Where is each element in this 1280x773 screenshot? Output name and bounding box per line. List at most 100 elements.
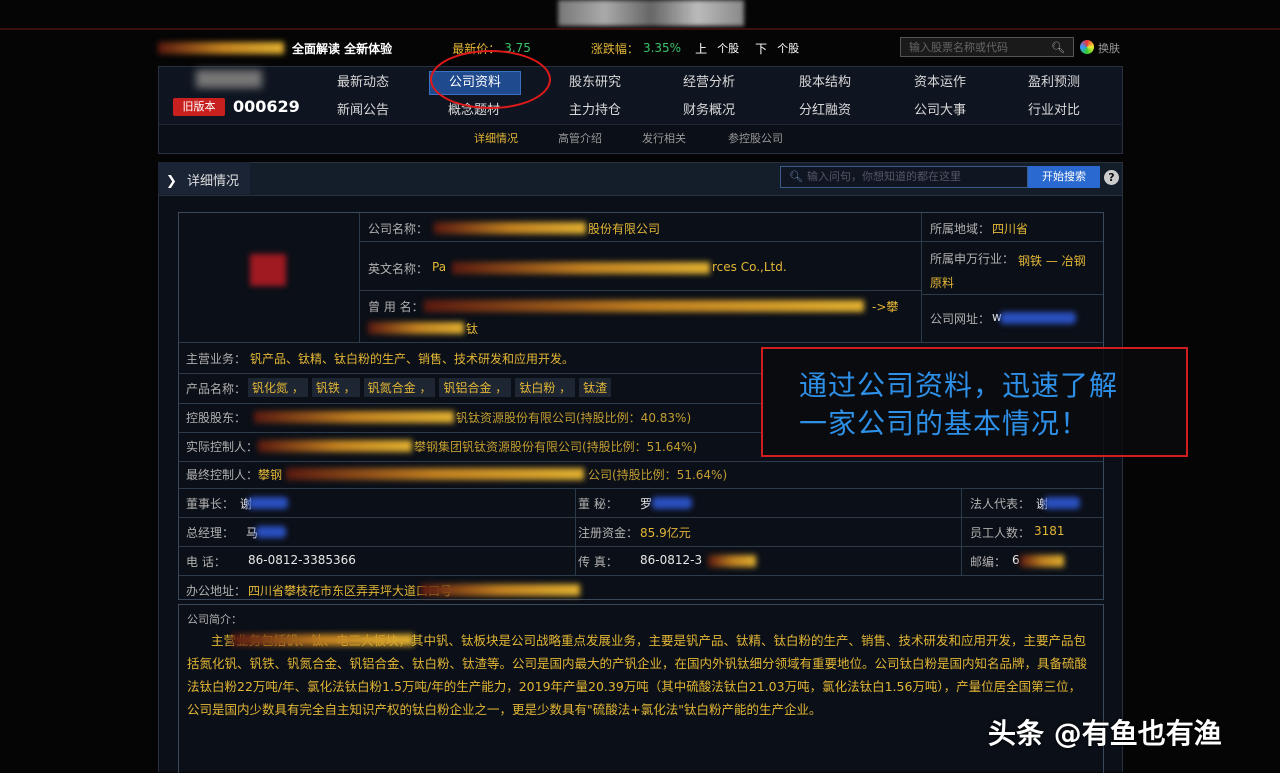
controller-value: 钒钛资源股份有限公司(持股比例：40.83%)	[456, 411, 692, 425]
intro-company-blurred	[232, 634, 414, 646]
chairman-blurred	[248, 497, 288, 509]
fax-label: 传 真：	[578, 555, 618, 569]
sub-tab-2[interactable]: 发行相关	[642, 130, 686, 146]
top-divider	[0, 28, 1280, 30]
former-name-arrow: ->攀	[872, 300, 899, 314]
secretary-value: 罗	[640, 497, 653, 511]
section-title-text: 详细情况	[187, 174, 240, 189]
nav-item-row2-0[interactable]: 新闻公告	[318, 99, 408, 118]
up-unit: 个股	[717, 42, 740, 55]
highlight-oval	[430, 50, 551, 109]
promo-text: 全面解读 全新体验	[292, 41, 393, 56]
stock-name-blurred-2	[196, 70, 262, 88]
start-search-button[interactable]: 开始搜索	[1028, 166, 1100, 188]
phone-value: 86-0812-3385366	[248, 553, 356, 567]
sub-tab-0[interactable]: 详细情况	[474, 130, 518, 146]
address-label: 办公地址：	[186, 584, 247, 598]
fax-value: 86-0812-3	[640, 553, 703, 567]
secretary-label: 董 秘：	[578, 497, 618, 511]
nav-item-row1-4[interactable]: 股本结构	[780, 71, 870, 90]
gm-label: 总经理：	[186, 526, 235, 540]
company-name-value: 股份有限公司	[588, 222, 661, 236]
address-blurred	[420, 584, 580, 596]
search-icon[interactable]: 🔍︎	[1051, 38, 1065, 58]
chairman-label: 董事长：	[186, 497, 235, 511]
nav-item-row2-6[interactable]: 行业对比	[1009, 99, 1099, 118]
english-name-suffix: rces Co.,Ltd.	[712, 260, 787, 274]
skin-label[interactable]: 换肤	[1098, 40, 1120, 56]
stock-code: 000629	[233, 97, 300, 116]
section-title: ❯ 详细情况	[166, 170, 239, 189]
main-business-value: 钒产品、钛精、钛白粉的生产、销售、技术研发和应用开发。	[250, 352, 575, 366]
gm-blurred	[256, 526, 286, 538]
product-item[interactable]: 钒铁 ，	[311, 378, 360, 397]
company-intro: 公司简介： 主营业务包括钒、钛、电三大板块，其中钒、钛板块是公司战略重点发展业务…	[178, 604, 1104, 773]
industry-value: 钢铁 — 冶钢原料	[930, 254, 1086, 290]
nav-item-row1-5[interactable]: 资本运作	[895, 71, 985, 90]
sub-tab-3[interactable]: 参控股公司	[728, 130, 783, 146]
nav-item-row2-3[interactable]: 财务概况	[664, 99, 754, 118]
old-version-badge[interactable]: 旧版本	[173, 98, 225, 116]
former-name-blurred-2	[368, 322, 464, 334]
english-name-blurred	[452, 262, 710, 274]
zip-blurred	[1020, 555, 1064, 567]
down-label: 下	[755, 41, 768, 56]
actual-controller-blurred	[258, 440, 412, 452]
zip-label: 邮编：	[970, 555, 1007, 569]
website-label: 公司网址：	[930, 312, 991, 326]
watermark: 头条 @有鱼也有渔	[988, 717, 1222, 750]
controller-label: 控股股东：	[186, 411, 247, 425]
former-name-blurred	[424, 300, 864, 312]
employees-label: 员工人数：	[970, 526, 1031, 540]
nav-item-row1-2[interactable]: 股东研究	[550, 71, 640, 90]
product-item[interactable]: 钒铝合金 ，	[439, 378, 512, 397]
phone-label: 电 话：	[186, 555, 226, 569]
stock-name-blurred	[158, 42, 284, 54]
product-item[interactable]: 钛渣	[579, 378, 612, 397]
region-label: 所属地域：	[930, 222, 991, 236]
intro-label: 公司简介：	[187, 613, 242, 626]
secretary-blurred	[652, 497, 692, 509]
nav-item-row2-5[interactable]: 公司大事	[895, 99, 985, 118]
products-list: 钒化氮 ，钒铁 ，钒氮合金 ，钒铝合金 ，钛白粉 ，钛渣	[248, 378, 612, 397]
annotation-box: 通过公司资料，迅速了解 一家公司的基本情况！	[761, 347, 1188, 457]
nav-item-row1-3[interactable]: 经营分析	[664, 71, 754, 90]
controller-blurred	[254, 411, 454, 423]
change-label: 涨跌幅：	[590, 41, 639, 56]
search-icon: 🔍︎	[789, 170, 803, 183]
final-controller-label: 最终控制人：	[186, 468, 259, 482]
nav-item-row2-4[interactable]: 分红融资	[780, 99, 870, 118]
fax-blurred	[708, 555, 756, 567]
region-value: 四川省	[992, 222, 1029, 236]
zip-value: 6	[1012, 553, 1020, 567]
product-item[interactable]: 钛白粉 ，	[515, 378, 576, 397]
company-name-blurred	[434, 222, 586, 234]
sub-nav	[159, 124, 1121, 153]
product-item[interactable]: 钒氮合金 ，	[363, 378, 436, 397]
change-value: 3.35%	[642, 41, 682, 55]
english-name-prefix: Pa	[432, 260, 447, 274]
employees-value: 3181	[1034, 524, 1065, 538]
final-controller-value: 公司(持股比例：51.64%)	[588, 468, 728, 482]
question-search-input[interactable]: 🔍︎ 输入问句，你想知道的都在这里	[780, 166, 1028, 188]
final-controller-prefix: 攀钢	[258, 468, 283, 482]
window-title-blurred	[558, 0, 744, 26]
nav-item-row2-2[interactable]: 主力持仓	[550, 99, 640, 118]
product-item[interactable]: 钒化氮 ，	[248, 378, 308, 397]
stock-search-placeholder: 输入股票名称或代码	[909, 41, 1008, 54]
help-icon[interactable]: ?	[1104, 170, 1119, 185]
main-business-label: 主营业务：	[186, 352, 247, 366]
company-logo	[250, 254, 286, 286]
question-search-placeholder: 输入问句，你想知道的都在这里	[807, 170, 961, 183]
skin-icon[interactable]	[1080, 40, 1094, 54]
down-unit: 个股	[777, 42, 800, 55]
nav-item-row1-6[interactable]: 盈利预测	[1009, 71, 1099, 90]
annotation-line-2: 一家公司的基本情况！	[799, 407, 1090, 440]
final-controller-blurred	[286, 468, 584, 480]
products-label: 产品名称：	[186, 382, 247, 396]
former-name-label: 曾 用 名：	[368, 300, 424, 314]
stock-search-input[interactable]: 输入股票名称或代码 🔍︎	[900, 37, 1074, 57]
nav-item-row1-0[interactable]: 最新动态	[318, 71, 408, 90]
chevron-right-icon: ❯	[166, 174, 177, 189]
sub-tab-1[interactable]: 高管介绍	[558, 130, 602, 146]
